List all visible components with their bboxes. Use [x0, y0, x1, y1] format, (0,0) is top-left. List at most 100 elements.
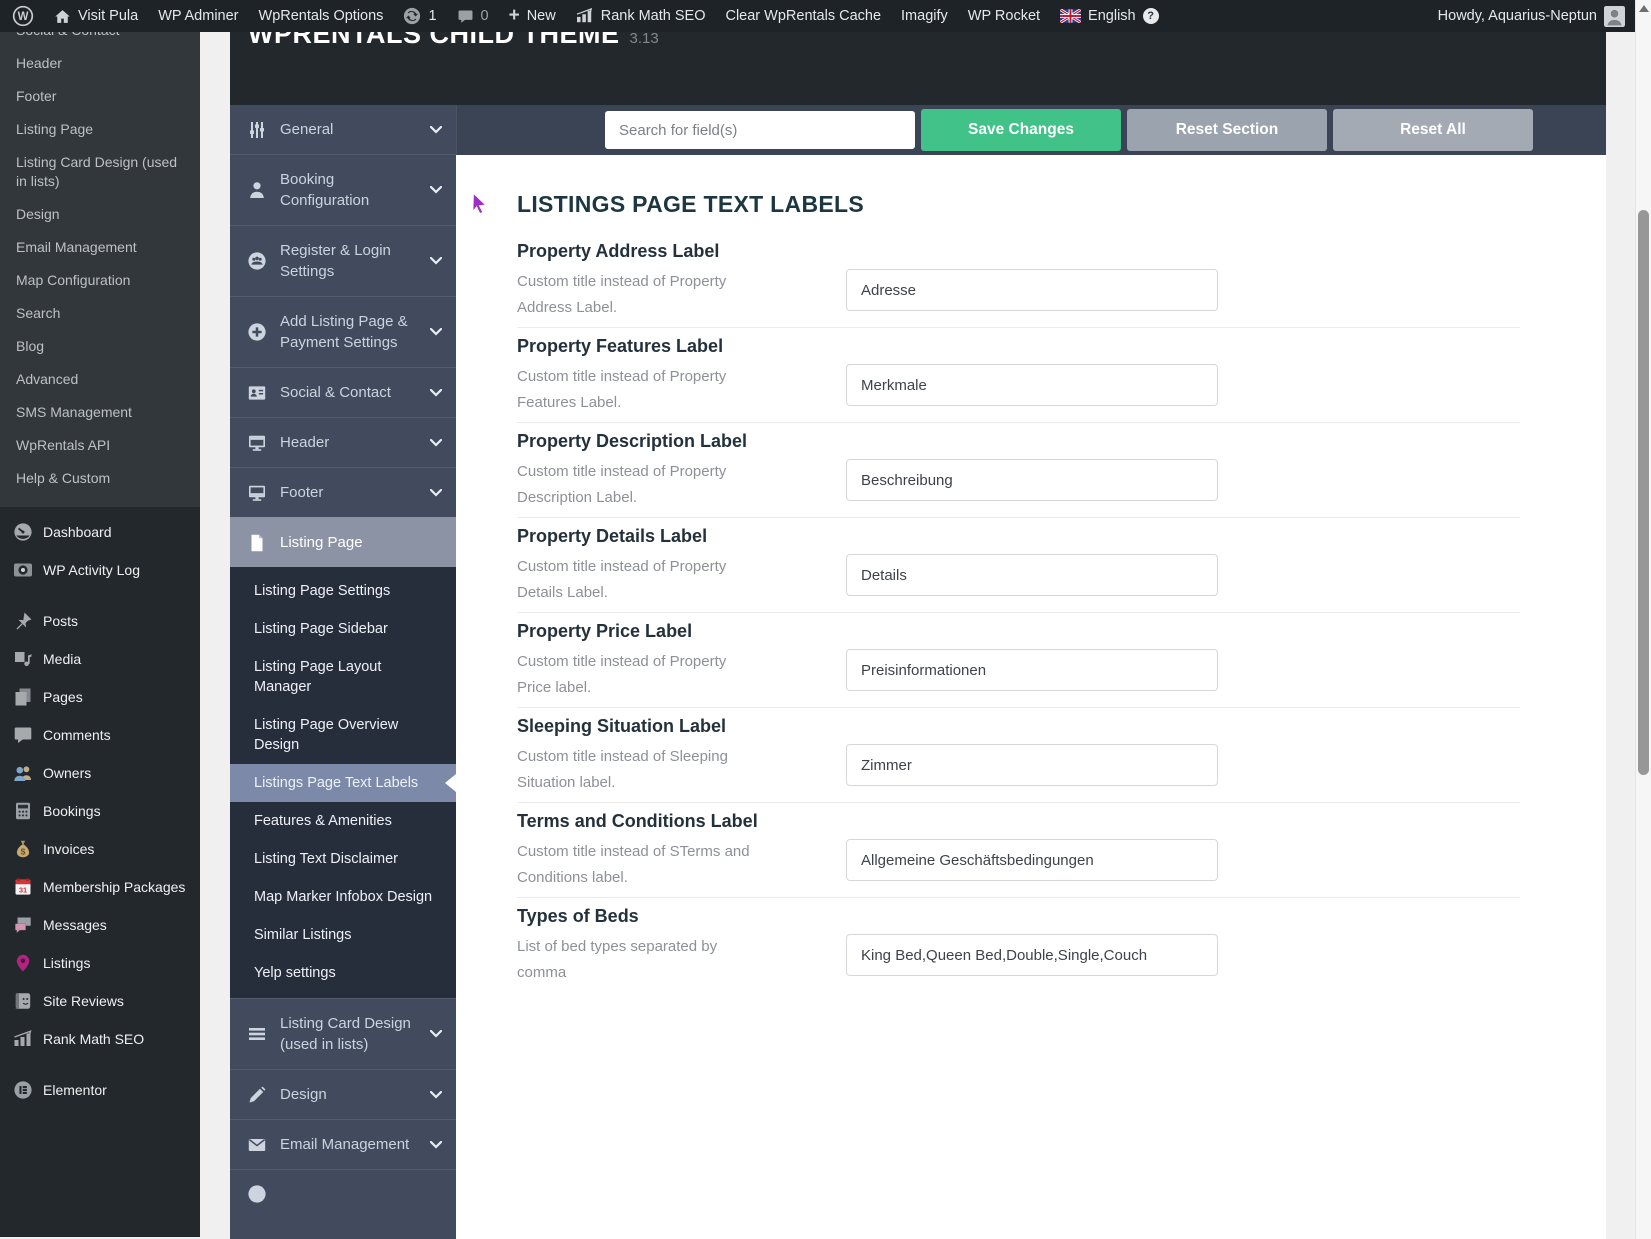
help-circle-icon[interactable]: ? [1142, 8, 1159, 24]
sidebar-item-design[interactable]: Design [0, 198, 200, 231]
panel-version: 3.13 [629, 32, 659, 47]
property-price-label-input[interactable] [846, 649, 1218, 691]
users-circle-icon [247, 251, 267, 271]
subnav-similar-listings[interactable]: Similar Listings [230, 916, 456, 954]
sidebar-item-search[interactable]: Search [0, 297, 200, 330]
menu-site-reviews[interactable]: Site Reviews [0, 982, 200, 1020]
subnav-listings-page-text-labels[interactable]: Listings Page Text Labels [230, 764, 456, 802]
sidebar-item-footer[interactable]: Footer [0, 80, 200, 113]
terms-conditions-label-input[interactable] [846, 839, 1218, 881]
wordpress-logo-menu[interactable]: W [0, 0, 44, 32]
field-property-description-label: Property Description Label Custom title … [517, 431, 1520, 518]
person-icon [247, 180, 267, 200]
menu-posts[interactable]: Posts [0, 602, 200, 640]
property-description-label-input[interactable] [846, 459, 1218, 501]
sidebar-item-map-configuration[interactable]: Map Configuration [0, 264, 200, 297]
pen-icon [247, 1085, 267, 1105]
sidebar-item-wprentals-api[interactable]: WpRentals API [0, 429, 200, 462]
menu-bookings[interactable]: Bookings [0, 792, 200, 830]
menu-media[interactable]: Media [0, 640, 200, 678]
nav-design[interactable]: Design [230, 1069, 456, 1119]
menu-pages[interactable]: Pages [0, 678, 200, 716]
sleeping-situation-label-input[interactable] [846, 744, 1218, 786]
subnav-listing-page-overview-design[interactable]: Listing Page Overview Design [230, 706, 456, 764]
menu-messages[interactable]: Messages [0, 906, 200, 944]
nav-email-management[interactable]: Email Management [230, 1119, 456, 1169]
nav-listing-page[interactable]: Listing Page [230, 517, 456, 567]
avatar [1604, 5, 1625, 27]
save-changes-button[interactable]: Save Changes [921, 109, 1121, 151]
property-details-label-input[interactable] [846, 554, 1218, 596]
subnav-yelp-settings[interactable]: Yelp settings [230, 954, 456, 992]
wp-adminer-menu[interactable]: WP Adminer [148, 0, 248, 32]
chevron-down-icon [430, 438, 442, 447]
home-icon [54, 8, 71, 25]
menu-comments[interactable]: Comments [0, 716, 200, 754]
visit-site-link[interactable]: Visit Pula [44, 0, 148, 32]
menu-rank-math-seo[interactable]: Rank Math SEO [0, 1020, 200, 1058]
nav-booking-configuration[interactable]: Booking Configuration [230, 154, 456, 225]
sidebar-item-social-contact[interactable]: Social & Contact [0, 32, 200, 47]
nav-footer[interactable]: Footer [230, 467, 456, 517]
clear-cache-menu[interactable]: Clear WpRentals Cache [715, 0, 891, 32]
subnav-features-amenities[interactable]: Features & Amenities [230, 802, 456, 840]
nav-listing-card-design[interactable]: Listing Card Design (used in lists) [230, 998, 456, 1069]
menu-wp-activity-log[interactable]: WP Activity Log [0, 551, 200, 589]
subnav-listing-page-settings[interactable]: Listing Page Settings [230, 572, 456, 610]
sidebar-item-email-management[interactable]: Email Management [0, 231, 200, 264]
subnav-listing-page-layout-manager[interactable]: Listing Page Layout Manager [230, 648, 456, 706]
wprentals-options-menu[interactable]: WpRentals Options [249, 0, 394, 32]
wp-rocket-menu[interactable]: WP Rocket [958, 0, 1050, 32]
scroll-up-arrow-icon[interactable] [1639, 5, 1649, 12]
map-pin-icon [13, 953, 33, 973]
sidebar-item-help-custom[interactable]: Help & Custom [0, 462, 200, 495]
comments-menu[interactable]: 0 [447, 0, 499, 32]
menu-owners[interactable]: Owners [0, 754, 200, 792]
activity-log-eye-icon [13, 560, 33, 580]
subnav-listing-text-disclaimer[interactable]: Listing Text Disclaimer [230, 840, 456, 878]
sliders-icon [247, 120, 267, 140]
sidebar-item-listing-page[interactable]: Listing Page [0, 113, 200, 146]
search-input[interactable] [605, 111, 915, 149]
sidebar-item-advanced[interactable]: Advanced [0, 363, 200, 396]
menu-dashboard[interactable]: Dashboard [0, 513, 200, 551]
svg-text:$: $ [21, 846, 26, 856]
types-of-beds-input[interactable] [846, 934, 1218, 976]
nav-add-listing-payment[interactable]: Add Listing Page & Payment Settings [230, 296, 456, 367]
menu-listings[interactable]: Listings [0, 944, 200, 982]
sidebar-item-listing-card-design[interactable]: Listing Card Design (used in lists) [0, 146, 200, 198]
browser-scrollbar[interactable] [1635, 0, 1651, 1239]
updates-menu[interactable]: 1 [393, 0, 446, 32]
wordpress-logo-icon: W [12, 5, 34, 27]
nav-next-section-partial[interactable] [230, 1169, 456, 1239]
property-address-label-input[interactable] [846, 269, 1218, 311]
account-menu[interactable]: Howdy, Aquarius-Neptun [1426, 0, 1635, 32]
chevron-down-icon [430, 125, 442, 134]
nav-header[interactable]: Header [230, 417, 456, 467]
language-menu[interactable]: English ? [1050, 0, 1169, 32]
property-features-label-input[interactable] [846, 364, 1218, 406]
menu-elementor[interactable]: Elementor [0, 1071, 200, 1109]
reset-section-button[interactable]: Reset Section [1127, 109, 1327, 151]
chevron-down-icon [430, 388, 442, 397]
nav-register-login-settings[interactable]: Register & Login Settings [230, 225, 456, 296]
sidebar-item-blog[interactable]: Blog [0, 330, 200, 363]
imagify-menu[interactable]: Imagify [891, 0, 958, 32]
menu-membership-packages[interactable]: 31 Membership Packages [0, 868, 200, 906]
sidebar-item-sms-management[interactable]: SMS Management [0, 396, 200, 429]
reset-all-button[interactable]: Reset All [1333, 109, 1533, 151]
pushpin-icon [13, 611, 33, 631]
rank-math-menu[interactable]: Rank Math SEO [566, 0, 716, 32]
sidebar-item-header[interactable]: Header [0, 47, 200, 80]
settings-form: LISTINGS PAGE TEXT LABELS Property Addre… [456, 155, 1606, 1026]
menu-invoices[interactable]: $ Invoices [0, 830, 200, 868]
scrollbar-thumb[interactable] [1638, 210, 1649, 775]
page-file-icon [247, 533, 267, 553]
nav-general[interactable]: General [230, 105, 456, 154]
main-content-area: Save Changes Reset Section Reset All LIS… [456, 105, 1606, 1239]
subnav-listing-page-sidebar[interactable]: Listing Page Sidebar [230, 610, 456, 648]
nav-social-contact[interactable]: Social & Contact [230, 367, 456, 417]
subnav-map-marker-infobox-design[interactable]: Map Marker Infobox Design [230, 878, 456, 916]
new-content-menu[interactable]: + New [499, 0, 566, 32]
admin-bar: W Visit Pula WP Adminer WpRentals Option… [0, 0, 1635, 32]
